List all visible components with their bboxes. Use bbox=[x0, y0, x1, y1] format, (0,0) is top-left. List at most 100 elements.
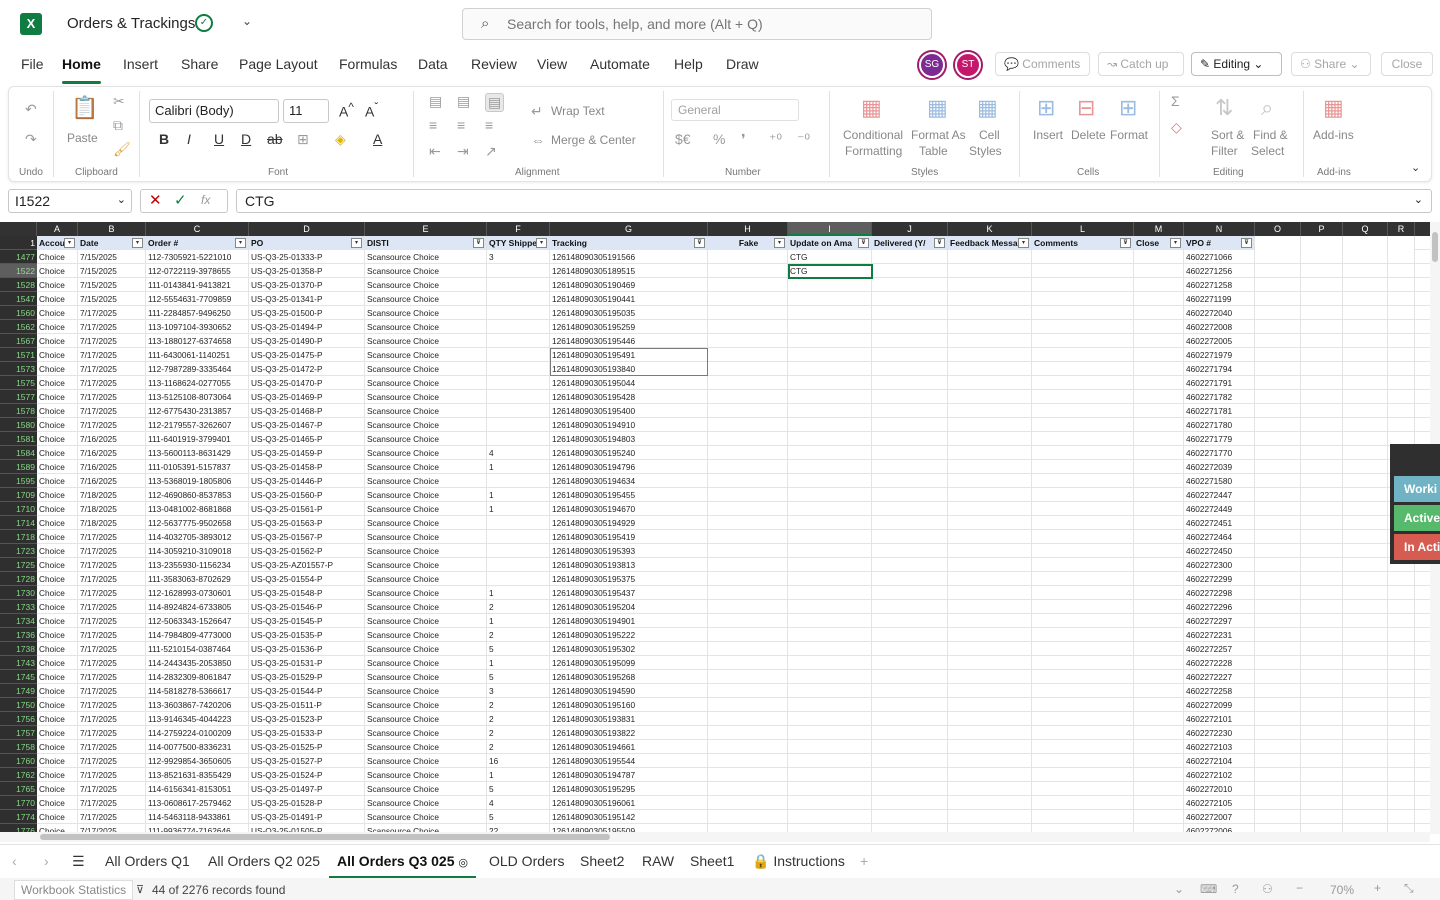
grid-cell[interactable]: 4602272296 bbox=[1184, 600, 1255, 614]
grid-cell[interactable] bbox=[1388, 768, 1415, 782]
horizontal-scrollbar[interactable] bbox=[0, 832, 1430, 842]
grid-cell[interactable] bbox=[708, 768, 788, 782]
grid-cell[interactable] bbox=[1301, 516, 1343, 530]
grid-cell[interactable] bbox=[1032, 656, 1134, 670]
grid-cell[interactable]: 7/15/2025 bbox=[78, 278, 146, 292]
row-number[interactable]: 1745 bbox=[0, 670, 37, 684]
tab-sheet1[interactable]: Sheet1 bbox=[690, 853, 734, 869]
grid-cell[interactable] bbox=[1343, 754, 1388, 768]
grid-cell[interactable]: 4602272258 bbox=[1184, 684, 1255, 698]
format-as-table-icon[interactable]: ▦ bbox=[927, 95, 948, 121]
grid-cell[interactable] bbox=[948, 404, 1032, 418]
grid-cell[interactable] bbox=[487, 264, 550, 278]
grid-cell[interactable]: Scansource Choice bbox=[365, 348, 487, 362]
column-header-q[interactable]: Q bbox=[1343, 222, 1388, 236]
grid-cell[interactable] bbox=[872, 796, 948, 810]
grid-cell[interactable]: 4602271782 bbox=[1184, 390, 1255, 404]
grid-cell[interactable] bbox=[1032, 278, 1134, 292]
column-header-b[interactable]: B bbox=[78, 222, 146, 236]
filter-dropdown-icon[interactable]: ▾ bbox=[1170, 238, 1181, 248]
grid-cell[interactable] bbox=[1134, 810, 1184, 824]
grid-cell[interactable]: 4602271794 bbox=[1184, 362, 1255, 376]
grid-cell[interactable]: 114-5463118-9433861 bbox=[146, 810, 249, 824]
grid-cell[interactable] bbox=[872, 628, 948, 642]
grid-cell[interactable] bbox=[1301, 320, 1343, 334]
grid-cell[interactable]: Scansource Choice bbox=[365, 390, 487, 404]
row-number[interactable]: 1734 bbox=[0, 614, 37, 628]
grid-cell[interactable]: Choice bbox=[37, 362, 78, 376]
grid-cell[interactable] bbox=[1255, 782, 1301, 796]
grid-cell[interactable]: 112-5637775-9502658 bbox=[146, 516, 249, 530]
grid-cell[interactable]: 4602271066 bbox=[1184, 250, 1255, 264]
grid-cell[interactable]: 111-6401919-3799401 bbox=[146, 432, 249, 446]
grid-cell[interactable]: 112-1628993-0730601 bbox=[146, 586, 249, 600]
catch-up-button[interactable]: ↝ Catch up bbox=[1098, 52, 1184, 76]
grid-cell[interactable] bbox=[788, 516, 872, 530]
grid-cell[interactable] bbox=[788, 446, 872, 460]
grid-cell[interactable] bbox=[948, 278, 1032, 292]
grid-cell[interactable] bbox=[872, 306, 948, 320]
grid-cell[interactable] bbox=[1032, 642, 1134, 656]
grid-cell[interactable] bbox=[1388, 306, 1415, 320]
grid-cell[interactable]: US-Q3-25-01535-P bbox=[249, 628, 365, 642]
grid-cell[interactable] bbox=[1134, 488, 1184, 502]
grid-cell[interactable]: 126148090305195400 bbox=[550, 404, 708, 418]
grid-cell[interactable] bbox=[1255, 614, 1301, 628]
filter-dropdown-icon[interactable]: ⊽ bbox=[694, 238, 705, 248]
grid-cell[interactable] bbox=[1343, 684, 1388, 698]
grid-cell[interactable] bbox=[1255, 544, 1301, 558]
filter-dropdown-icon[interactable]: ▾ bbox=[351, 238, 362, 248]
grid-cell[interactable] bbox=[872, 670, 948, 684]
grid-cell[interactable] bbox=[1343, 250, 1388, 264]
format-cells-icon[interactable]: ⊞ bbox=[1119, 95, 1137, 121]
row-number[interactable]: 1730 bbox=[0, 586, 37, 600]
insert-cells-label[interactable]: Insert bbox=[1033, 128, 1063, 142]
grid-cell[interactable] bbox=[1255, 656, 1301, 670]
percent-icon[interactable]: % bbox=[713, 131, 725, 147]
tab-raw[interactable]: RAW bbox=[642, 853, 674, 869]
column-header-n[interactable]: N bbox=[1184, 222, 1255, 236]
grid-cell[interactable]: Choice bbox=[37, 782, 78, 796]
grid-cell[interactable]: Scansource Choice bbox=[365, 460, 487, 474]
grid-cell[interactable] bbox=[788, 586, 872, 600]
grid-cell[interactable] bbox=[1301, 698, 1343, 712]
grid-cell[interactable]: 4602272449 bbox=[1184, 502, 1255, 516]
orientation-icon[interactable]: ↗ bbox=[485, 143, 497, 160]
grid-cell[interactable]: Scansource Choice bbox=[365, 782, 487, 796]
align-middle-icon[interactable]: ▤ bbox=[457, 93, 470, 110]
align-bottom-icon[interactable]: ▤ bbox=[485, 93, 505, 112]
grid-cell[interactable] bbox=[948, 712, 1032, 726]
grid-cell[interactable]: 126148090305195204 bbox=[550, 600, 708, 614]
row-number[interactable]: 1547 bbox=[0, 292, 37, 306]
grid-cell[interactable]: 7/16/2025 bbox=[78, 460, 146, 474]
grid-cell[interactable]: 7/17/2025 bbox=[78, 740, 146, 754]
grid-cell[interactable] bbox=[708, 376, 788, 390]
row-number[interactable]: 1743 bbox=[0, 656, 37, 670]
grid-cell[interactable] bbox=[872, 446, 948, 460]
column-header-a[interactable]: A bbox=[37, 222, 78, 236]
grid-cell[interactable] bbox=[1032, 446, 1134, 460]
grid-cell[interactable]: US-Q3-25-01475-P bbox=[249, 348, 365, 362]
grid-cell[interactable] bbox=[872, 432, 948, 446]
grid-cell[interactable]: 113-0481002-8681868 bbox=[146, 502, 249, 516]
avatar-sg[interactable]: SG bbox=[919, 52, 945, 78]
grid-cell[interactable] bbox=[1301, 250, 1343, 264]
grid-cell[interactable] bbox=[1134, 656, 1184, 670]
grid-cell[interactable] bbox=[1032, 334, 1134, 348]
grid-cell[interactable] bbox=[487, 320, 550, 334]
grid-cell[interactable]: Choice bbox=[37, 390, 78, 404]
grid-cell[interactable] bbox=[872, 362, 948, 376]
grid-cell[interactable]: US-Q3-25-01333-P bbox=[249, 250, 365, 264]
grid-cell[interactable]: 7/17/2025 bbox=[78, 376, 146, 390]
grid-cell[interactable]: Scansource Choice bbox=[365, 264, 487, 278]
grid-cell[interactable] bbox=[1343, 292, 1388, 306]
grid-cell[interactable]: Choice bbox=[37, 306, 78, 320]
legend-working[interactable]: Worki bbox=[1394, 476, 1440, 502]
grid-cell[interactable]: 126148090305191566 bbox=[550, 250, 708, 264]
grid-cell[interactable]: 113-1168624-0277055 bbox=[146, 376, 249, 390]
grid-cell[interactable] bbox=[1388, 586, 1415, 600]
grid-cell[interactable]: US-Q3-25-01494-P bbox=[249, 320, 365, 334]
underline-icon[interactable]: U bbox=[214, 131, 224, 147]
row-number[interactable]: 1733 bbox=[0, 600, 37, 614]
grid-cell[interactable]: 7/17/2025 bbox=[78, 712, 146, 726]
